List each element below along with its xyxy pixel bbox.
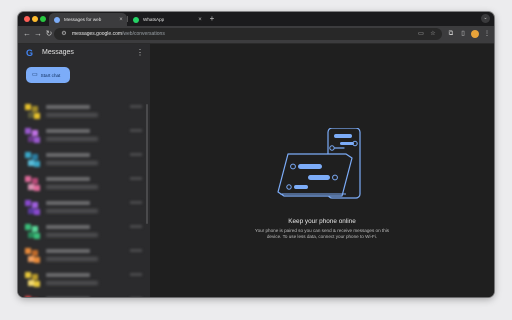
conversation-item[interactable] [18, 244, 150, 268]
conversation-item[interactable] [18, 220, 150, 244]
conversation-snippet [46, 257, 98, 261]
conversation-item[interactable] [18, 196, 150, 220]
side-panel-icon[interactable]: ▯ [458, 29, 468, 39]
conversation-snippet [46, 233, 98, 237]
site-info-icon[interactable]: ⚙ [59, 29, 69, 39]
conversation-timestamp [130, 105, 142, 108]
new-tab-button[interactable]: + [207, 13, 217, 25]
more-options-icon[interactable]: ⋮ [136, 48, 144, 58]
chevron-down-icon[interactable]: ⌄ [481, 14, 490, 23]
close-tab-icon[interactable]: × [196, 16, 204, 24]
close-tab-icon[interactable]: × [117, 16, 125, 24]
conversation-item[interactable] [18, 124, 150, 148]
tab-whatsapp[interactable]: WhatsApp × [128, 13, 206, 26]
main-pane: Keep your phone online Your phone is pai… [150, 44, 494, 297]
conversation-snippet [46, 137, 98, 141]
phone-online-illustration [277, 128, 361, 199]
chat-bubble-icon: ▭ [32, 72, 38, 78]
bookmark-star-icon[interactable]: ☆ [428, 29, 438, 39]
avatar [25, 248, 40, 263]
conversation-name [46, 177, 90, 181]
conversation-name [46, 249, 90, 253]
browser-toolbar: ← → ↻ ⚙ messages.google.com/web/conversa… [18, 26, 494, 44]
conversation-snippet [46, 281, 98, 285]
conversation-timestamp [130, 153, 142, 156]
app-header: G Messages ⋮ [18, 44, 150, 62]
conversation-item[interactable] [18, 148, 150, 172]
conversation-timestamp [130, 201, 142, 204]
start-chat-label: Start chat [40, 72, 61, 78]
conversation-item[interactable] [18, 100, 150, 124]
conversation-item[interactable] [18, 292, 150, 297]
sidebar-scrollbar[interactable] [146, 104, 148, 224]
tab-title: Messages for web [64, 17, 102, 22]
browser-menu-icon[interactable]: ⋮ [482, 29, 492, 39]
reload-icon[interactable]: ↻ [44, 29, 54, 39]
avatar [25, 224, 40, 239]
avatar [25, 200, 40, 215]
conversation-list [18, 100, 150, 297]
google-logo-icon: G [26, 48, 34, 58]
conversation-name [46, 201, 90, 205]
avatar [25, 296, 40, 297]
avatar [25, 152, 40, 167]
conversation-timestamp [130, 249, 142, 252]
start-chat-button[interactable]: ▭ Start chat [26, 67, 70, 83]
conversation-name [46, 225, 90, 229]
url-text[interactable]: messages.google.com/web/conversations [72, 28, 165, 40]
extensions-icon[interactable]: ⧉ [446, 29, 456, 39]
avatar [25, 272, 40, 287]
profile-avatar[interactable] [471, 30, 479, 38]
conversation-snippet [46, 185, 98, 189]
browser-window: Messages for web × WhatsApp × + ⌄ ← → ↻ … [18, 12, 494, 297]
conversation-timestamp [130, 129, 142, 132]
conversation-timestamp [130, 225, 142, 228]
conversation-name [46, 153, 90, 157]
minimize-window-button[interactable] [32, 16, 38, 22]
empty-state-description: Your phone is paired so you can send & r… [150, 228, 494, 240]
back-arrow-icon[interactable]: ← [22, 29, 32, 39]
maximize-window-button[interactable] [40, 16, 46, 22]
conversation-timestamp [130, 177, 142, 180]
conversation-snippet [46, 161, 98, 165]
messages-favicon-icon [54, 16, 60, 23]
empty-state-title: Keep your phone online [288, 218, 356, 225]
conversation-name [46, 105, 90, 109]
whatsapp-favicon-icon [133, 16, 139, 23]
conversation-snippet [46, 209, 98, 213]
tab-messages[interactable]: Messages for web × [49, 13, 127, 26]
address-bar[interactable]: ⚙ messages.google.com/web/conversations … [54, 28, 442, 40]
avatar [25, 128, 40, 143]
close-window-button[interactable] [24, 16, 30, 22]
conversation-item[interactable] [18, 172, 150, 196]
forward-arrow-icon[interactable]: → [33, 29, 43, 39]
conversation-snippet [46, 113, 98, 117]
conversation-name [46, 129, 90, 133]
conversation-item[interactable] [18, 268, 150, 292]
cast-icon[interactable]: ▭ [416, 29, 426, 39]
sidebar: G Messages ⋮ ▭ Start chat [18, 44, 150, 297]
avatar [25, 104, 40, 119]
tab-strip: Messages for web × WhatsApp × + ⌄ [18, 12, 494, 26]
avatar [25, 176, 40, 191]
conversation-name [46, 273, 90, 277]
app-title: Messages [42, 49, 74, 56]
messages-app: G Messages ⋮ ▭ Start chat Keep your phon… [18, 44, 494, 297]
empty-state-description-line: device. To use less data, connect your p… [266, 234, 378, 239]
conversation-timestamp [130, 273, 142, 276]
tab-title: WhatsApp [143, 17, 165, 22]
